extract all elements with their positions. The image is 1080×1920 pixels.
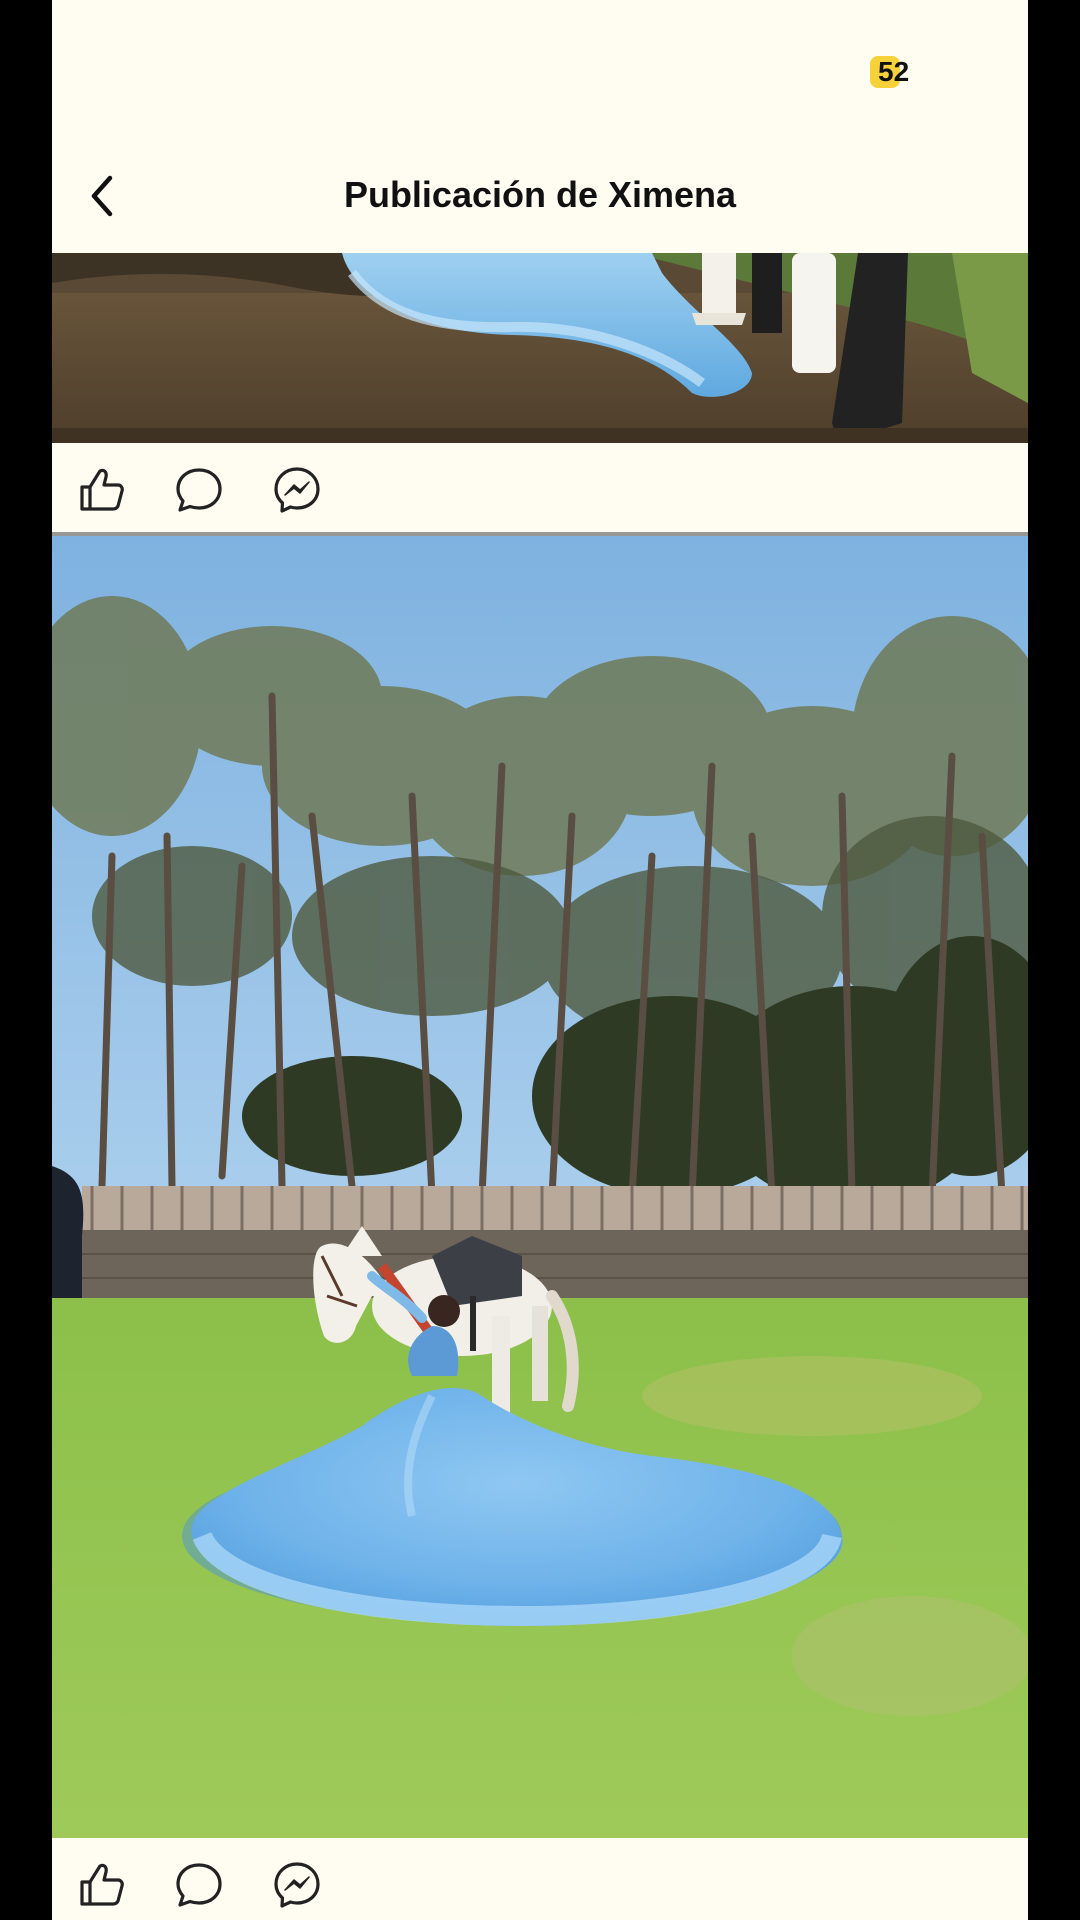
battery-level: 52 (878, 56, 910, 87)
like-button[interactable] (76, 1860, 126, 1910)
photo-2-image (52, 536, 1028, 1838)
share-messenger-button[interactable] (272, 465, 322, 515)
page-header: Publicación de Ximena (52, 150, 1028, 240)
status-bar: 52 (52, 0, 1028, 140)
post-actions-2 (52, 1838, 1028, 1920)
comment-button[interactable] (174, 465, 224, 515)
thumbs-up-icon (80, 1863, 124, 1906)
post-photo-2[interactable] (52, 536, 1028, 1838)
page-title: Publicación de Ximena (343, 174, 737, 215)
comment-button[interactable] (174, 1860, 224, 1910)
messenger-icon (274, 1862, 320, 1908)
messenger-icon (274, 467, 320, 513)
battery-indicator: 52 (870, 56, 913, 88)
post-actions-1 (52, 443, 1028, 535)
share-messenger-button[interactable] (272, 1860, 322, 1910)
post-viewer-screen: 52 Publicación de Ximena (52, 0, 1028, 1920)
thumbs-up-icon (80, 468, 124, 511)
like-button[interactable] (76, 465, 126, 515)
comment-bubble-icon (176, 468, 222, 512)
comment-bubble-icon (176, 1863, 222, 1907)
post-photo-1[interactable] (52, 253, 1028, 443)
photo-1-image (52, 253, 1028, 443)
